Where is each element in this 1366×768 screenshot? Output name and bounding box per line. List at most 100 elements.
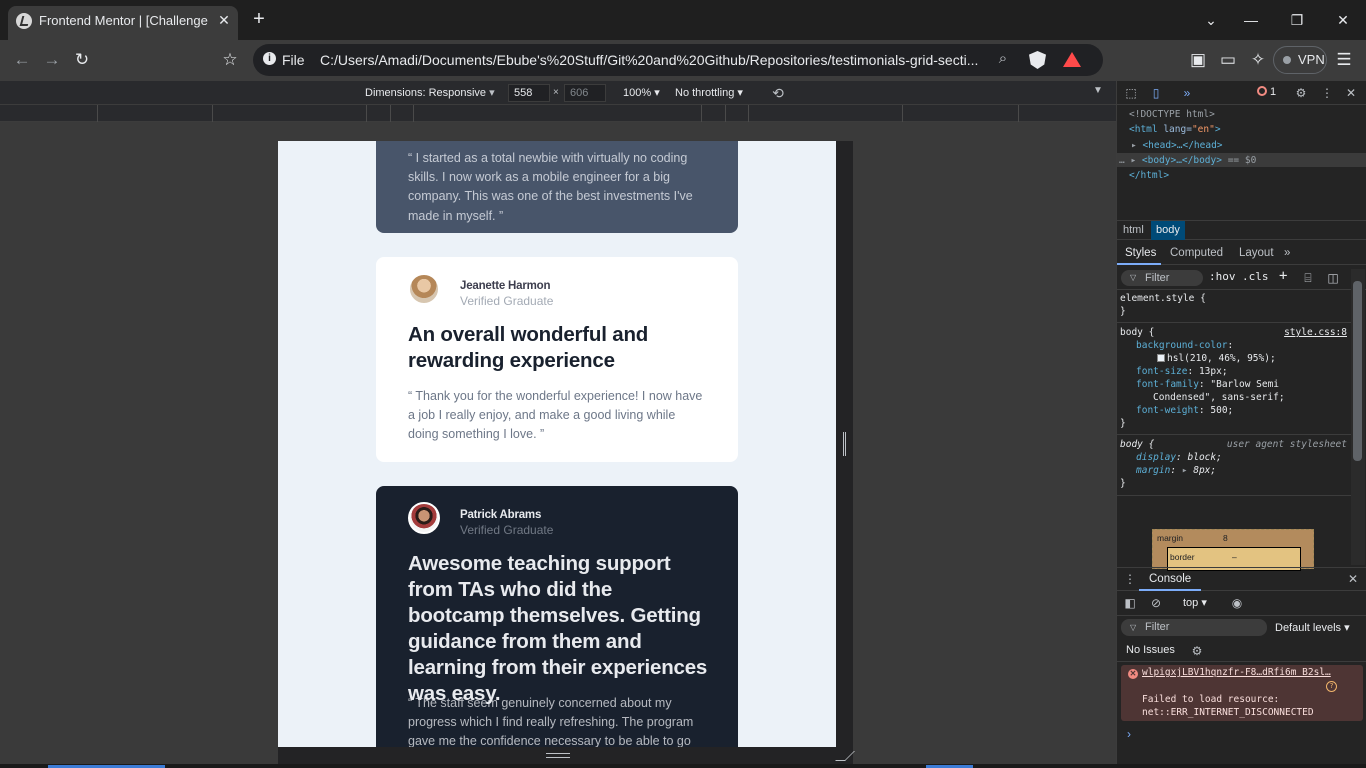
brave-rewards-icon[interactable] (1063, 52, 1081, 67)
body-rule-selector[interactable]: body { (1120, 327, 1154, 338)
issues-label[interactable]: No Issues (1126, 644, 1175, 656)
tab-computed[interactable]: Computed (1170, 247, 1223, 259)
element-style-rule[interactable]: element.style { (1120, 293, 1206, 304)
styles-scrollbar[interactable] (1351, 269, 1365, 565)
minimize-button[interactable]: — (1239, 8, 1263, 32)
new-tab-button[interactable]: + (248, 8, 270, 30)
console-sidebar-icon[interactable]: ◧ (1122, 595, 1138, 611)
box-model-diagram[interactable]: margin 8 border – (1152, 529, 1314, 571)
tab-styles[interactable]: Styles (1125, 247, 1156, 259)
head-node[interactable]: ▸ <head>…</head> (1131, 140, 1223, 151)
console-filter-input[interactable]: Filter (1121, 619, 1267, 636)
context-selector[interactable]: top ▾ (1183, 596, 1207, 609)
styles-filter-input[interactable]: Filter (1121, 270, 1203, 286)
tab-more[interactable]: » (1284, 247, 1290, 259)
css-value[interactable]: hsl(210, 46%, 95%); (1157, 353, 1276, 364)
css-declaration[interactable]: font-family: "Barlow Semi (1136, 379, 1279, 390)
viewport-bottom-resize-handle[interactable] (278, 747, 855, 764)
width-input[interactable]: 558 (508, 84, 550, 102)
ruler-segment[interactable] (725, 105, 726, 122)
css-declaration[interactable]: font-weight: 500; (1136, 405, 1233, 416)
hov-toggle[interactable]: :hov (1209, 270, 1236, 283)
new-rule-button[interactable]: + (1279, 268, 1287, 284)
viewport-right-resize-handle[interactable] (836, 141, 853, 747)
stylesheet-link[interactable]: style.css:8 (1284, 327, 1347, 338)
color-swatch-icon[interactable] (1157, 354, 1165, 362)
console-prompt-icon[interactable]: › (1127, 727, 1131, 741)
ruler-segment[interactable] (212, 105, 213, 122)
ruler-segment[interactable] (390, 105, 391, 122)
inspect-element-icon[interactable]: ⬚ (1123, 85, 1139, 101)
search-issue-icon[interactable]: ? (1326, 681, 1337, 692)
element-state-icon[interactable]: ⌸ (1300, 270, 1316, 286)
cls-toggle[interactable]: .cls (1242, 270, 1269, 283)
tab-search-dropdown-icon[interactable]: ⌄ (1199, 8, 1223, 32)
toggle-sidebar-icon[interactable]: ◫ (1325, 270, 1341, 286)
breadcrumb-html[interactable]: html (1123, 224, 1144, 236)
back-button[interactable]: ← (10, 48, 34, 72)
corner-resize-icon[interactable] (835, 751, 855, 761)
maximize-button[interactable]: ❐ (1285, 8, 1309, 32)
close-devtools-icon[interactable]: ✕ (1343, 85, 1359, 101)
ruler-segment[interactable] (902, 105, 903, 122)
tab-layout[interactable]: Layout (1239, 247, 1274, 259)
browser-tab[interactable]: Frontend Mentor | [Challenge N ✕ (8, 6, 238, 40)
device-toolbar-toggle-icon[interactable]: ▯ (1148, 85, 1164, 101)
zoom-dropdown[interactable]: 100% ▾ (623, 86, 660, 99)
margin-value[interactable]: 8 (1223, 533, 1228, 543)
error-count-badge[interactable]: 1 (1257, 86, 1276, 98)
body-node[interactable]: … ▸ <body>…</body> == $0 (1119, 155, 1256, 166)
tab-console[interactable]: Console (1139, 568, 1202, 591)
doctype-node[interactable]: <!DOCTYPE html> (1129, 109, 1215, 120)
ruler-segment[interactable] (701, 105, 702, 122)
bookmark-icon[interactable]: ☆ (218, 48, 242, 72)
ruler-segment[interactable] (1018, 105, 1019, 122)
console-settings-icon[interactable]: ⚙ (1189, 643, 1205, 659)
menu-icon[interactable]: ☰ (1332, 48, 1356, 72)
sidebar-icon[interactable]: ▣ (1186, 48, 1210, 72)
ruler-segment[interactable] (748, 105, 749, 122)
clear-console-icon[interactable]: ⊘ (1148, 595, 1164, 611)
device-toolbar-more-icon[interactable]: ▼ (1093, 85, 1103, 96)
error-source-link[interactable]: wlpigxjLBV1hqnzfr-F8…dRfi6m B2sl… (1142, 667, 1342, 678)
tab-close-icon[interactable]: ✕ (214, 10, 234, 30)
scrollbar-thumb[interactable] (1353, 281, 1362, 461)
height-input[interactable]: 606 (564, 84, 606, 102)
url-text[interactable]: C:/Users/Amadi/Documents/Ebube's%20Stuff… (320, 52, 980, 68)
resize-grip-icon (546, 753, 570, 758)
html-node[interactable]: <html lang="en"> (1129, 124, 1221, 135)
ua-rule-selector[interactable]: body { (1120, 439, 1154, 450)
throttling-dropdown[interactable]: No throttling ▾ (675, 86, 743, 99)
border-value[interactable]: – (1232, 552, 1237, 562)
media-query-ruler (0, 105, 1116, 122)
leo-ai-icon[interactable]: ✧ (1246, 48, 1270, 72)
close-window-button[interactable]: ✕ (1331, 8, 1355, 32)
close-drawer-icon[interactable]: ✕ (1345, 571, 1361, 587)
site-info-icon[interactable]: i (263, 52, 276, 65)
drawer-menu-icon[interactable]: ⋮ (1122, 571, 1138, 587)
html-close-node[interactable]: </html> (1129, 170, 1169, 181)
dimensions-dropdown[interactable]: Dimensions: Responsive (365, 86, 495, 99)
ruler-segment[interactable] (97, 105, 98, 122)
css-declaration[interactable]: font-size: 13px; (1136, 366, 1228, 377)
more-options-icon[interactable]: ⋮ (1319, 85, 1335, 101)
rule-close: } (1120, 478, 1126, 489)
ruler-segment[interactable] (366, 105, 367, 122)
vpn-button[interactable]: VPN (1273, 46, 1327, 74)
rotate-icon[interactable]: ⟲ (769, 84, 787, 102)
address-bar[interactable]: i File C:/Users/Amadi/Documents/Ebube's%… (253, 44, 1103, 76)
settings-icon[interactable]: ⚙ (1293, 85, 1309, 101)
live-expression-eye-icon[interactable]: ◉ (1229, 595, 1245, 611)
css-declaration[interactable]: background-color: (1136, 340, 1233, 351)
forward-button[interactable]: → (40, 48, 64, 72)
ruler-segment[interactable] (413, 105, 414, 122)
more-tabs-icon[interactable]: » (1179, 85, 1195, 101)
breadcrumb-body[interactable]: body (1151, 221, 1185, 240)
log-levels-dropdown[interactable]: Default levels ▾ (1275, 621, 1350, 634)
reload-button[interactable]: ↻ (70, 48, 94, 72)
search-icon[interactable]: ⌕ (993, 50, 1013, 70)
brave-shield-icon[interactable] (1029, 51, 1046, 69)
css-declaration[interactable]: display: block; (1136, 452, 1222, 463)
css-declaration[interactable]: margin: ▸ 8px; (1136, 465, 1216, 476)
wallet-icon[interactable]: ▭ (1216, 48, 1240, 72)
